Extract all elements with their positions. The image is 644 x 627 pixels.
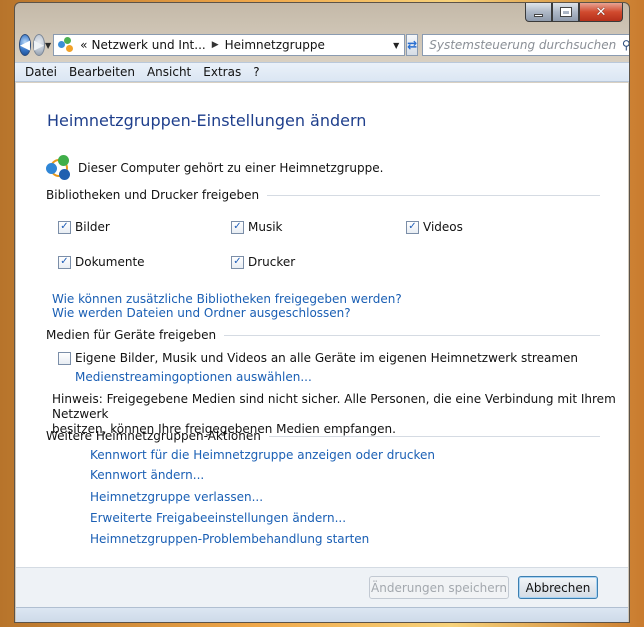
checkbox-printers[interactable]: ✓ Drucker xyxy=(231,255,295,269)
link-show-password[interactable]: Kennwort für die Heimnetzgruppe anzeigen… xyxy=(90,448,435,462)
homegroup-icon xyxy=(46,155,72,181)
actions-heading-text: Weitere Heimnetzgruppen-Aktionen xyxy=(46,429,261,443)
page-title: Heimnetzgruppen-Einstellungen ändern xyxy=(47,111,367,130)
link-change-password[interactable]: Kennwort ändern... xyxy=(90,468,204,482)
forward-arrow-icon: ▶ xyxy=(34,37,44,53)
link-leave-homegroup[interactable]: Heimnetzgruppe verlassen... xyxy=(90,490,263,504)
minimize-button[interactable] xyxy=(525,3,552,22)
menu-bar: Datei Bearbeiten Ansicht Extras ? xyxy=(15,62,629,82)
close-icon: ✕ xyxy=(595,4,607,20)
caption-buttons: ✕ xyxy=(525,3,623,23)
checkbox-videos[interactable]: ✓ Videos xyxy=(406,220,463,234)
link-troubleshooter[interactable]: Heimnetzgruppen-Problembehandlung starte… xyxy=(90,532,369,546)
search-icon[interactable]: ⚲ xyxy=(616,38,629,52)
back-arrow-icon: ◀ xyxy=(20,37,30,53)
refresh-icon: ⇄ xyxy=(407,38,418,52)
minimize-icon xyxy=(534,13,543,17)
checkbox-label: Videos xyxy=(423,220,463,234)
checkbox-unchecked-icon[interactable] xyxy=(58,351,71,365)
network-icon xyxy=(58,37,76,53)
checkbox-checked-icon[interactable]: ✓ xyxy=(231,255,244,269)
refresh-button[interactable]: ⇄ xyxy=(406,34,419,56)
breadcrumb-overflow-icon[interactable]: « xyxy=(80,38,87,52)
checkbox-checked-icon[interactable]: ✓ xyxy=(58,220,71,234)
breadcrumb-network[interactable]: Netzwerk und Int... xyxy=(92,38,206,52)
maximize-icon xyxy=(559,7,572,17)
checkbox-label: Drucker xyxy=(248,255,296,269)
breadcrumb-separator-icon[interactable]: ▶ xyxy=(212,40,219,50)
checkbox-checked-icon[interactable]: ✓ xyxy=(231,220,244,234)
checkbox-label: Musik xyxy=(248,220,283,234)
checkbox-pictures[interactable]: ✓ Bilder xyxy=(58,220,110,234)
checkbox-label: Eigene Bilder, Musik und Videos an alle … xyxy=(75,351,579,365)
checkbox-stream-media[interactable]: Eigene Bilder, Musik und Videos an alle … xyxy=(58,351,578,365)
menu-help[interactable]: ? xyxy=(247,65,265,79)
menu-tools[interactable]: Extras xyxy=(197,65,247,79)
history-dropdown-icon[interactable]: ▼ xyxy=(45,41,51,50)
checkbox-label: Bilder xyxy=(75,220,110,234)
link-more-libraries[interactable]: Wie können zusätzliche Bibliotheken frei… xyxy=(52,292,402,306)
address-dropdown-icon[interactable]: ▼ xyxy=(388,41,404,50)
search-input[interactable]: Systemsteuerung durchsuchen ⚲ xyxy=(422,34,629,56)
save-changes-button[interactable]: Änderungen speichern xyxy=(369,576,509,599)
media-heading-text: Medien für Geräte freigeben xyxy=(46,328,217,342)
cancel-button[interactable]: Abbrechen xyxy=(518,576,598,599)
checkbox-checked-icon[interactable]: ✓ xyxy=(58,255,71,269)
media-heading: Medien für Geräte freigeben xyxy=(46,328,600,342)
link-streaming-options[interactable]: Medienstreamingoptionen auswählen... xyxy=(75,370,312,384)
address-bar[interactable]: « Netzwerk und Int... ▶ Heimnetzgruppe ▼ xyxy=(53,34,406,56)
menu-view[interactable]: Ansicht xyxy=(141,65,197,79)
breadcrumb-homegroup[interactable]: Heimnetzgruppe xyxy=(225,38,325,52)
maximize-button[interactable] xyxy=(552,3,579,22)
link-excluded-files[interactable]: Wie werden Dateien und Ordner ausgeschlo… xyxy=(52,306,351,320)
checkbox-label: Dokumente xyxy=(75,255,145,269)
security-note-line1: Hinweis: Freigegebene Medien sind nicht … xyxy=(52,392,616,421)
back-button[interactable]: ◀ xyxy=(19,34,31,56)
actions-heading: Weitere Heimnetzgruppen-Aktionen xyxy=(46,429,600,443)
forward-button[interactable]: ▶ xyxy=(33,34,45,56)
homegroup-status-text: Dieser Computer gehört zu einer Heimnetz… xyxy=(78,161,384,175)
search-placeholder: Systemsteuerung durchsuchen xyxy=(429,38,617,52)
explorer-window: ✕ ◀ ▶ ▼ « Netzwerk und Int... ▶ Heimnetz… xyxy=(14,2,630,623)
checkbox-music[interactable]: ✓ Musik xyxy=(231,220,283,234)
menu-file[interactable]: Datei xyxy=(19,65,63,79)
homegroup-status-row: Dieser Computer gehört zu einer Heimnetz… xyxy=(46,155,383,181)
checkbox-documents[interactable]: ✓ Dokumente xyxy=(58,255,145,269)
footer-bar: Änderungen speichern Abbrechen xyxy=(16,567,628,607)
link-advanced-sharing[interactable]: Erweiterte Freigabeeinstellungen ändern.… xyxy=(90,511,346,525)
libraries-heading-text: Bibliotheken und Drucker freigeben xyxy=(46,188,260,202)
menu-edit[interactable]: Bearbeiten xyxy=(63,65,141,79)
status-bar xyxy=(16,607,628,622)
close-button[interactable]: ✕ xyxy=(579,3,623,22)
address-row: ◀ ▶ ▼ « Netzwerk und Int... ▶ Heimnetzgr… xyxy=(19,33,629,57)
content-pane: Heimnetzgruppen-Einstellungen ändern Die… xyxy=(16,83,628,567)
libraries-heading: Bibliotheken und Drucker freigeben xyxy=(46,188,600,202)
checkbox-checked-icon[interactable]: ✓ xyxy=(406,220,419,234)
